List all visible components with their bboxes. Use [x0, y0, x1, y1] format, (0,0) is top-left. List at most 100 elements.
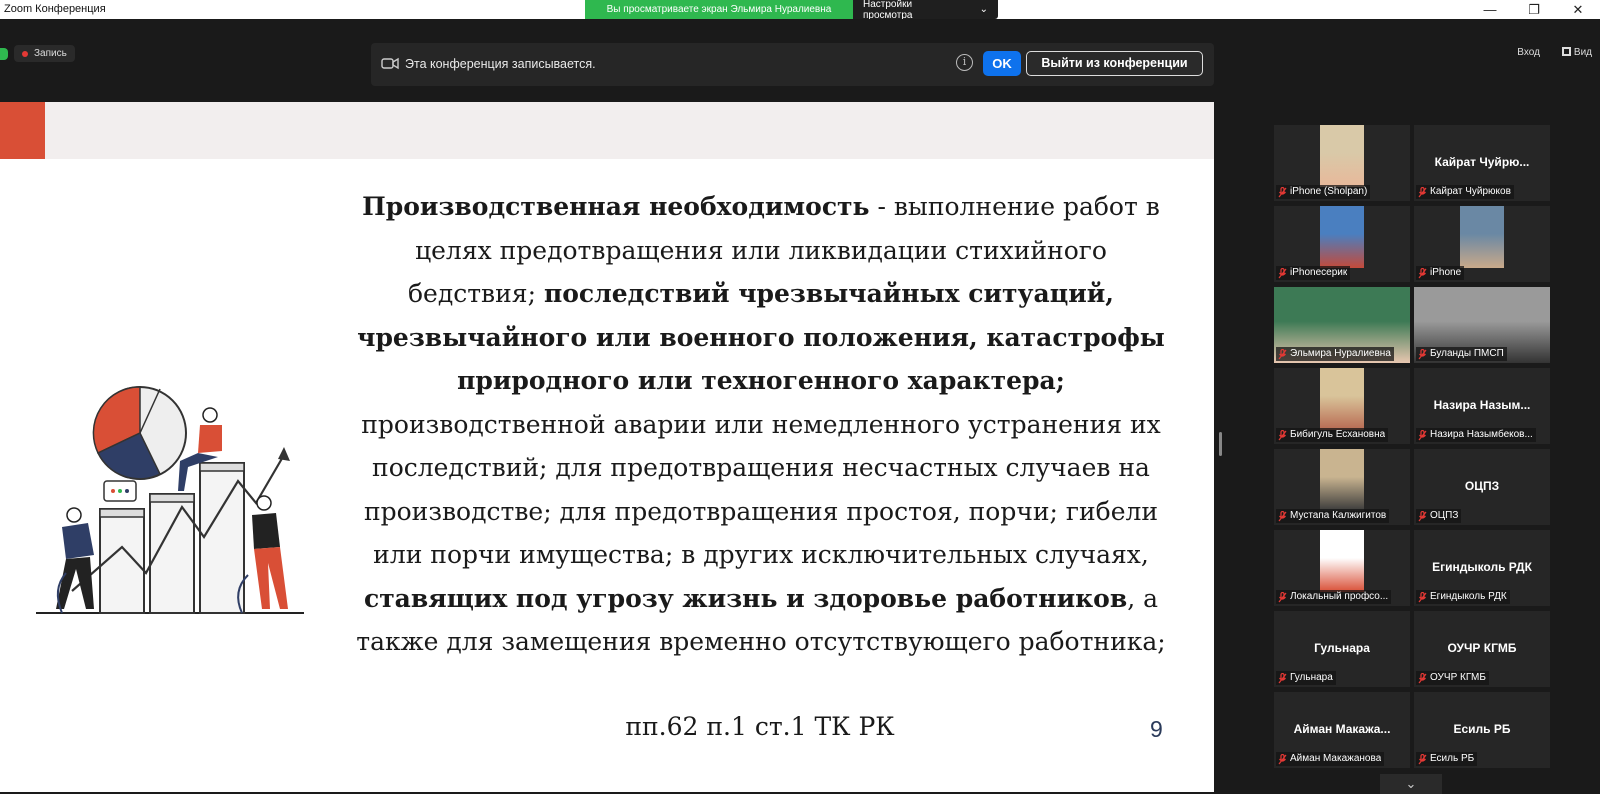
participant-display-name: ОУЧР КГМБ [1447, 641, 1517, 655]
record-badge[interactable]: Запись [14, 45, 75, 62]
recording-indicator[interactable]: Запись [0, 45, 75, 62]
mic-muted-icon [1278, 348, 1287, 359]
participant-name-label: Эльмира Нуралиевна [1276, 347, 1394, 361]
participant-tile[interactable]: Кайрат Чуйрю... Кайрат Чуйрюков [1414, 125, 1550, 201]
mic-muted-icon [1278, 510, 1287, 521]
window-titlebar: Zoom Конференция Вы просматриваете экран… [0, 0, 1600, 21]
slide-page-number: 9 [1150, 716, 1163, 742]
participant-tile[interactable]: Айман Макажа... Айман Макажанова [1274, 692, 1410, 768]
participant-tile[interactable]: ОУЧР КГМБ ОУЧР КГМБ [1414, 611, 1550, 687]
participant-name-label: Локальный профсо... [1276, 590, 1392, 604]
meeting-topbar: Запись Эта конференция записывается. i O… [0, 19, 1600, 102]
security-shield-icon [0, 47, 8, 60]
minimize-button[interactable]: — [1468, 0, 1512, 19]
participant-tile[interactable]: iPhone (Sholpan) [1274, 125, 1410, 201]
restore-button[interactable]: ❐ [1512, 0, 1556, 19]
participant-name: Мустапа Калжигитов [1290, 510, 1387, 521]
view-grid-icon [1561, 47, 1571, 56]
participant-tile[interactable]: iPhoneсерик [1274, 206, 1410, 282]
participant-name-label: Буланды ПМСП [1416, 347, 1507, 361]
participant-video [1460, 206, 1504, 268]
participant-display-name: Назира Назым... [1433, 398, 1531, 412]
mic-muted-icon [1278, 672, 1287, 683]
participant-name-label: Егиндыколь РДК [1416, 590, 1510, 604]
participant-tile[interactable]: iPhone [1414, 206, 1550, 282]
participant-tile[interactable]: Локальный профсо... [1274, 530, 1410, 606]
participant-name: iPhone [1430, 267, 1462, 278]
view-label: Вид [1573, 47, 1592, 58]
participant-tile[interactable]: Егиндыколь РДК Егиндыколь РДК [1414, 530, 1550, 606]
participant-tile[interactable]: Эльмира Нуралиевна [1274, 287, 1410, 363]
participant-tile[interactable]: Бибигуль Есхановна [1274, 368, 1410, 444]
participant-name-label: ОУЧР КГМБ [1416, 671, 1489, 685]
slide-header-accent [0, 102, 45, 159]
mic-muted-icon [1278, 267, 1287, 278]
participant-tile[interactable]: Гульнара Гульнара [1274, 611, 1410, 687]
close-button[interactable]: ✕ [1556, 0, 1600, 19]
panel-resize-handle[interactable] [1219, 432, 1222, 456]
record-dot-icon [22, 50, 28, 57]
participant-name: Эльмира Нуралиевна [1290, 348, 1391, 359]
participant-name: Буланды ПМСП [1430, 348, 1504, 359]
slide-body-text: Производственная необходимость - выполне… [352, 185, 1170, 664]
participant-name-label: ОЦПЗ [1416, 509, 1462, 523]
participant-name: Егиндыколь РДК [1430, 591, 1507, 602]
slide-reference: пп.62 п.1 ст.1 ТК РК [625, 712, 895, 741]
mic-muted-icon [1418, 672, 1427, 683]
enter-button[interactable]: Вход [1517, 47, 1540, 58]
participant-name-label: iPhoneсерик [1276, 266, 1351, 280]
participant-name-label: Кайрат Чуйрюков [1416, 185, 1514, 199]
participant-name: Локальный профсо... [1290, 591, 1389, 602]
growth-chart-illustration-icon [36, 386, 304, 614]
video-camera-icon [381, 57, 399, 70]
participant-tile[interactable]: Буланды ПМСП [1414, 287, 1550, 363]
participant-name: iPhoneсерик [1290, 267, 1348, 278]
view-button[interactable]: Вид [1561, 47, 1592, 58]
mic-muted-icon [1418, 267, 1427, 278]
participant-name-label: iPhone (Sholpan) [1276, 185, 1371, 199]
mic-muted-icon [1418, 186, 1427, 197]
mic-muted-icon [1278, 753, 1287, 764]
participant-display-name: Есиль РБ [1453, 722, 1511, 736]
mic-muted-icon [1418, 429, 1427, 440]
participant-video [1320, 206, 1364, 268]
leave-meeting-button[interactable]: Выйти из конференции [1026, 51, 1203, 76]
mic-muted-icon [1278, 186, 1287, 197]
participant-tile[interactable]: ОЦПЗ ОЦПЗ [1414, 449, 1550, 525]
participant-display-name: Кайрат Чуйрю... [1434, 155, 1530, 169]
info-icon[interactable]: i [956, 54, 973, 71]
slide-text-bold: Производственная необходимость [362, 192, 870, 221]
viewing-banner: Вы просматриваете экран Эльмира Нуралиев… [585, 0, 998, 21]
mic-muted-icon [1418, 348, 1427, 359]
slide-text-bold: ставящих под угрозу жизнь и здоровье раб… [363, 583, 1128, 613]
window-title: Zoom Конференция [4, 3, 106, 15]
mic-muted-icon [1418, 753, 1427, 764]
view-settings-button[interactable]: Настройки просмотра ⌄ [853, 0, 998, 21]
participant-name-label: Айман Макажанова [1276, 752, 1385, 766]
participant-tile[interactable]: Есиль РБ Есиль РБ [1414, 692, 1550, 768]
participant-tile[interactable]: Мустапа Калжигитов [1274, 449, 1410, 525]
ok-button[interactable]: OK [983, 51, 1021, 76]
participant-name-label: Есиль РБ [1416, 752, 1478, 766]
participant-name: Бибигуль Есхановна [1290, 429, 1386, 440]
participant-name: Айман Макажанова [1290, 753, 1382, 764]
view-settings-label: Настройки просмотра [863, 0, 913, 21]
chevron-down-icon: ⌄ [979, 4, 988, 15]
record-label: Запись [34, 48, 67, 59]
participant-video [1320, 368, 1364, 430]
participant-tile[interactable]: Назира Назым... Назира Назымбеков... [1414, 368, 1550, 444]
window-controls: — ❐ ✕ [1468, 0, 1600, 19]
mic-muted-icon [1418, 591, 1427, 602]
mic-muted-icon [1278, 591, 1287, 602]
participant-name-label: iPhone [1416, 266, 1465, 280]
participant-video [1320, 530, 1364, 592]
scroll-down-button[interactable]: ⌄ [1380, 774, 1442, 794]
close-icon: ✕ [1572, 1, 1584, 17]
participant-name: ОЦПЗ [1430, 510, 1459, 521]
participant-name: ОУЧР КГМБ [1430, 672, 1486, 683]
participant-name-label: Бибигуль Есхановна [1276, 428, 1389, 442]
recording-notice: Эта конференция записывается. i OK Выйти… [371, 43, 1214, 86]
participant-name-label: Назира Назымбеков... [1416, 428, 1536, 442]
participant-name: Гульнара [1290, 672, 1333, 683]
recording-notice-text: Эта конференция записывается. [405, 57, 596, 71]
